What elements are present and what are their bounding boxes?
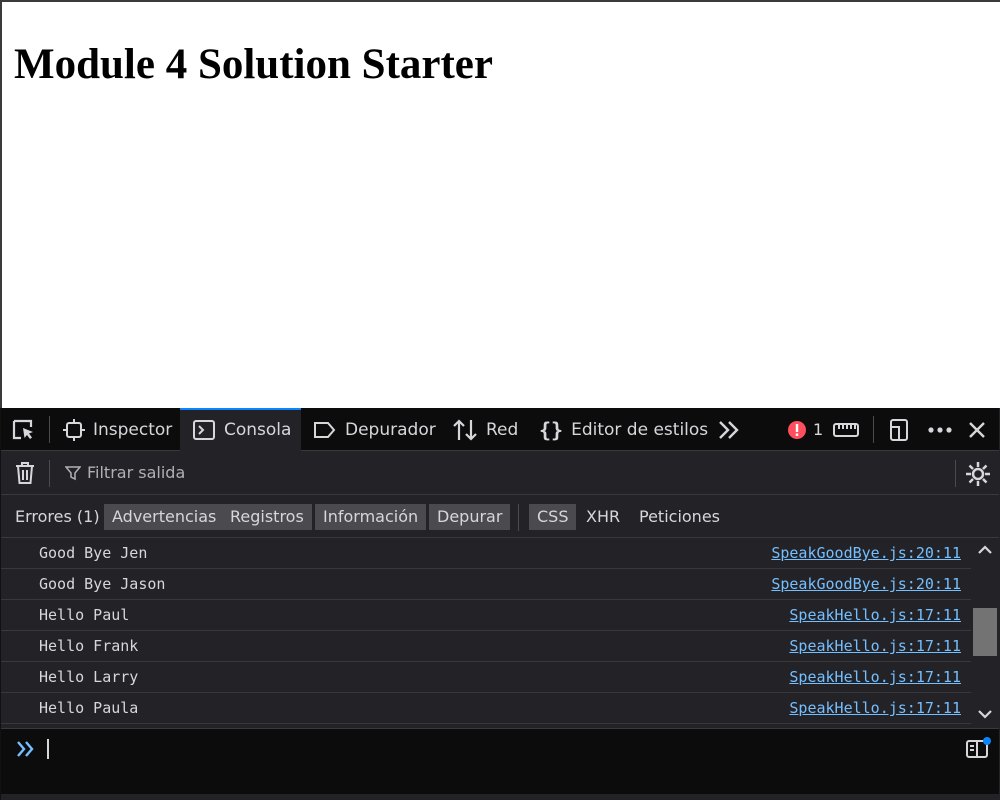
dock-toggle-button[interactable] — [887, 408, 911, 451]
prompt-icon — [17, 741, 34, 757]
filter-icon — [65, 466, 81, 481]
log-message: Hello Paul — [39, 606, 130, 624]
log-source-link[interactable]: SpeakHello.js:17:11 — [789, 699, 961, 717]
filter-warnings-button[interactable]: Advertencias — [104, 504, 225, 530]
log-message: Hello Frank — [39, 637, 139, 655]
log-row: Hello Paul SpeakHello.js:17:11 — [1, 600, 971, 631]
notification-dot — [983, 737, 991, 745]
editor-mode-toggle-button[interactable] — [965, 737, 991, 765]
filter-input[interactable] — [57, 455, 937, 489]
console-filter-bar: Filtrar salida — [1, 451, 999, 495]
tab-inspector[interactable]: Inspector — [63, 408, 172, 451]
tab-console[interactable]: Consola — [180, 408, 301, 451]
filter-logs-button[interactable]: Registros — [222, 504, 312, 530]
gear-icon — [966, 462, 990, 486]
network-icon — [453, 418, 477, 441]
console-icon — [193, 419, 215, 440]
filter-debug-button[interactable]: Depurar — [429, 504, 511, 530]
tab-label: Consola — [224, 419, 292, 440]
console-input[interactable] — [1, 728, 999, 794]
console-output: Good Bye Jen SpeakGoodBye.js:20:11 Good … — [1, 538, 971, 728]
responsive-ruler-button[interactable] — [833, 408, 859, 451]
log-message: Good Bye Jen — [39, 544, 148, 562]
log-row: Hello Paula SpeakHello.js:17:11 — [1, 693, 971, 724]
log-source-link[interactable]: SpeakGoodBye.js:20:11 — [771, 544, 961, 562]
filter-info-button[interactable]: Información — [315, 504, 427, 530]
error-icon — [788, 420, 806, 439]
filter-errors-button[interactable]: Errores (1) — [7, 504, 108, 530]
page-heading: Module 4 Solution Starter — [14, 41, 493, 88]
filter-placeholder: Filtrar salida — [87, 463, 186, 482]
chevrons-right-icon — [719, 420, 739, 439]
element-picker-icon — [12, 419, 33, 439]
dock-side-icon — [890, 418, 908, 441]
tab-label: Red — [486, 419, 519, 440]
trash-icon — [16, 462, 34, 484]
log-row: Good Bye Jason SpeakGoodBye.js:20:11 — [1, 569, 971, 600]
log-level-filters: Errores (1) Advertencias Registros Infor… — [1, 495, 999, 538]
inspector-icon — [63, 418, 85, 441]
filter-css-button[interactable]: CSS — [529, 504, 577, 530]
tab-label: Depurador — [345, 419, 436, 440]
text-caret — [47, 739, 49, 759]
scroll-down-icon[interactable] — [971, 704, 999, 726]
clear-console-button[interactable] — [13, 460, 37, 490]
ruler-icon — [833, 422, 859, 437]
log-row: Good Bye Jen SpeakGoodBye.js:20:11 — [1, 538, 971, 569]
console-scrollbar[interactable] — [971, 538, 999, 728]
devtools-panel: Inspector Consola Depurador Red {} Edito… — [0, 408, 1000, 800]
close-devtools-button[interactable] — [967, 408, 987, 451]
scrollbar-thumb[interactable] — [973, 608, 997, 656]
console-settings-button[interactable] — [965, 461, 991, 491]
log-source-link[interactable]: SpeakHello.js:17:11 — [789, 606, 961, 624]
tab-style-editor[interactable]: {} Editor de estilos — [539, 408, 708, 451]
error-count-button[interactable]: 1 — [787, 408, 823, 451]
close-icon — [969, 421, 985, 438]
bottom-edge — [1, 794, 1000, 800]
element-picker-button[interactable] — [11, 408, 37, 451]
tab-debugger[interactable]: Depurador — [313, 408, 436, 451]
log-source-link[interactable]: SpeakHello.js:17:11 — [789, 668, 961, 686]
scroll-up-icon[interactable] — [971, 540, 999, 562]
log-source-link[interactable]: SpeakHello.js:17:11 — [789, 637, 961, 655]
filter-xhr-button[interactable]: XHR — [578, 504, 628, 530]
tab-label: Inspector — [93, 419, 173, 440]
devtools-toolbar: Inspector Consola Depurador Red {} Edito… — [1, 408, 999, 451]
ellipsis-icon — [928, 426, 952, 433]
style-editor-icon: {} — [539, 417, 564, 442]
log-row: Hello Frank SpeakHello.js:17:11 — [1, 631, 971, 662]
tab-network[interactable]: Red — [452, 408, 518, 451]
debugger-icon — [314, 421, 336, 438]
filter-requests-button[interactable]: Peticiones — [631, 504, 728, 530]
log-message: Good Bye Jason — [39, 575, 166, 593]
log-source-link[interactable]: SpeakGoodBye.js:20:11 — [771, 575, 961, 593]
log-message: Hello Paula — [39, 699, 139, 717]
more-tabs-button[interactable] — [717, 408, 741, 451]
log-message: Hello Larry — [39, 668, 139, 686]
web-page: Module 4 Solution Starter — [0, 0, 1000, 410]
more-options-button[interactable] — [927, 408, 953, 451]
log-row: Hello Larry SpeakHello.js:17:11 — [1, 662, 971, 693]
error-count: 1 — [813, 420, 824, 439]
tab-label: Editor de estilos — [571, 419, 709, 440]
